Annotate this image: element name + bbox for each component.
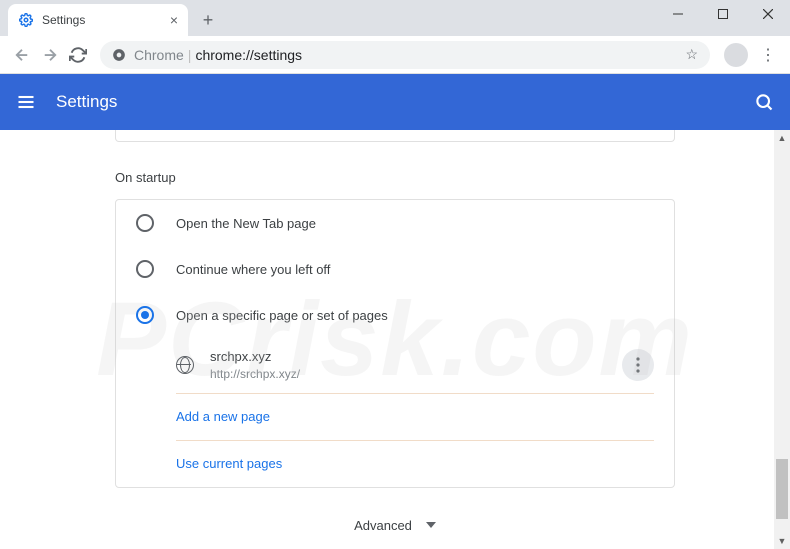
startup-page-url: http://srchpx.xyz/ [210, 366, 622, 383]
browser-tab[interactable]: Settings × [8, 4, 188, 36]
startup-page-title: srchpx.xyz [210, 348, 622, 366]
new-tab-button[interactable]: + [194, 6, 222, 34]
settings-header: Settings [0, 74, 790, 130]
tab-title: Settings [42, 13, 162, 27]
radio-icon [136, 260, 154, 278]
more-actions-button[interactable] [622, 349, 654, 381]
use-current-link[interactable]: Use current pages [116, 441, 674, 487]
radio-option-newtab[interactable]: Open the New Tab page [116, 200, 674, 246]
section-heading: On startup [115, 170, 675, 185]
link-label: Add a new page [176, 409, 270, 424]
radio-option-specific[interactable]: Open a specific page or set of pages [116, 292, 674, 338]
kebab-menu-icon[interactable]: ⋮ [754, 45, 782, 65]
profile-avatar[interactable] [724, 43, 748, 67]
forward-button[interactable] [36, 41, 64, 69]
url-divider: | [188, 47, 192, 63]
search-icon[interactable] [754, 92, 774, 112]
scrollbar-thumb[interactable] [776, 459, 788, 519]
window-controls [655, 0, 790, 28]
address-bar: Chrome | chrome://settings ☆ ⋮ [0, 36, 790, 74]
back-button[interactable] [8, 41, 36, 69]
close-icon[interactable]: × [170, 12, 178, 28]
hamburger-menu-icon[interactable] [16, 92, 36, 112]
previous-card-edge [115, 130, 675, 142]
url-scheme: Chrome [134, 47, 184, 63]
chrome-icon [112, 48, 126, 62]
radio-label: Open a specific page or set of pages [176, 308, 388, 323]
scroll-down-icon[interactable]: ▼ [774, 533, 790, 549]
radio-icon [136, 214, 154, 232]
advanced-toggle[interactable]: Advanced [115, 488, 675, 549]
startup-page-row: srchpx.xyz http://srchpx.xyz/ [116, 338, 674, 393]
chevron-down-icon [426, 522, 436, 528]
gear-icon [18, 12, 34, 28]
startup-card: Open the New Tab page Continue where you… [115, 199, 675, 488]
close-window-button[interactable] [745, 0, 790, 28]
radio-icon [136, 306, 154, 324]
minimize-button[interactable] [655, 0, 700, 28]
radio-label: Open the New Tab page [176, 216, 316, 231]
url-input[interactable]: Chrome | chrome://settings ☆ [100, 41, 710, 69]
scroll-up-icon[interactable]: ▲ [774, 130, 790, 146]
add-page-link[interactable]: Add a new page [116, 394, 674, 440]
url-path: chrome://settings [195, 47, 302, 63]
advanced-label: Advanced [354, 518, 412, 533]
globe-icon [176, 356, 194, 374]
radio-label: Continue where you left off [176, 262, 330, 277]
maximize-button[interactable] [700, 0, 745, 28]
page-title: Settings [56, 92, 754, 112]
bookmark-star-icon[interactable]: ☆ [685, 46, 698, 63]
radio-option-continue[interactable]: Continue where you left off [116, 246, 674, 292]
scrollbar[interactable]: ▲ ▼ [774, 130, 790, 549]
link-label: Use current pages [176, 456, 282, 471]
content-area: PCrisk.com On startup Open the New Tab p… [0, 130, 790, 549]
reload-button[interactable] [64, 41, 92, 69]
window-titlebar: Settings × + [0, 0, 790, 36]
